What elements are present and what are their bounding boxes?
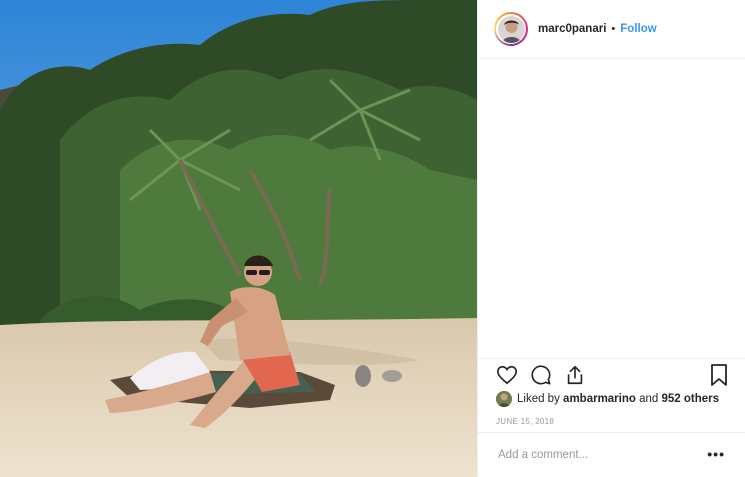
- post-header: marc0panari • Follow: [478, 0, 745, 59]
- more-options-icon[interactable]: •••: [707, 446, 725, 462]
- likes-prefix: Liked by: [517, 393, 560, 405]
- avatar-image: [497, 15, 525, 43]
- likes-line: Liked by ambarmarino and 952 others: [496, 391, 719, 407]
- story-ring[interactable]: [494, 12, 528, 46]
- actions-divider: [478, 358, 745, 360]
- comment-icon[interactable]: [530, 364, 552, 386]
- liker-avatar[interactable]: [496, 391, 512, 407]
- likes-others[interactable]: 952 others: [662, 393, 720, 405]
- instagram-post: marc0panari • Follow Liked by ambarmarin…: [0, 0, 745, 477]
- separator-dot: •: [611, 23, 616, 35]
- liker-username[interactable]: ambarmarino: [563, 393, 636, 405]
- likes-and: and: [639, 393, 659, 405]
- comment-bar: [478, 432, 745, 477]
- avatar[interactable]: [496, 14, 526, 44]
- heart-icon[interactable]: [496, 364, 518, 386]
- bookmark-icon[interactable]: [709, 364, 729, 386]
- comment-input[interactable]: [496, 448, 700, 462]
- share-icon[interactable]: [564, 364, 586, 386]
- author-username[interactable]: marc0panari: [538, 23, 606, 35]
- post-sidebar: marc0panari • Follow Liked by ambarmarin…: [477, 0, 745, 477]
- post-date[interactable]: JUNE 15, 2018: [496, 417, 554, 426]
- post-photo[interactable]: [0, 0, 477, 477]
- action-icons: [496, 364, 586, 386]
- follow-button[interactable]: Follow: [620, 23, 656, 35]
